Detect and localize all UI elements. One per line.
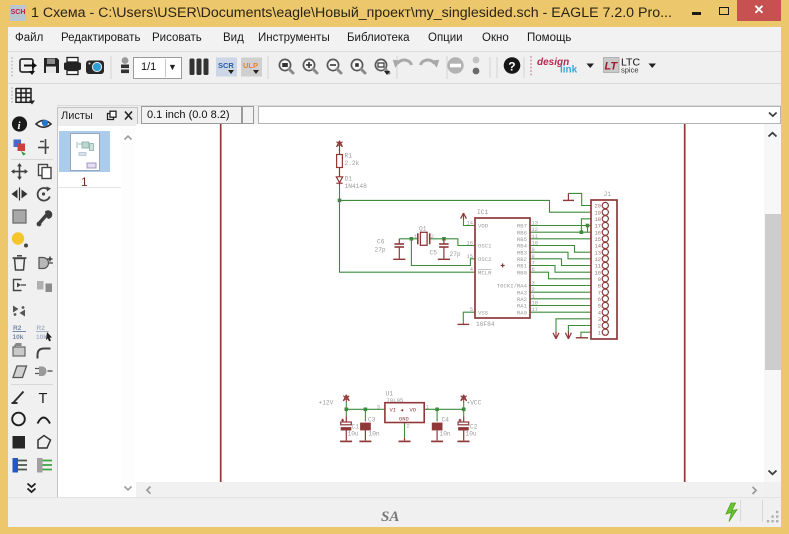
svg-text:?: ? [508,60,515,74]
svg-text:spice: spice [621,66,639,75]
svg-text:R2: R2 [13,325,22,332]
svg-text:10k: 10k [13,334,24,341]
svg-text:10k: 10k [36,334,47,341]
svg-text:ULP: ULP [243,61,258,70]
svg-text:SCR: SCR [218,61,234,70]
svg-text:R2: R2 [37,325,46,332]
svg-text:link: link [560,65,578,76]
svg-text:T: T [39,391,48,407]
svg-text:LT: LT [605,61,619,73]
